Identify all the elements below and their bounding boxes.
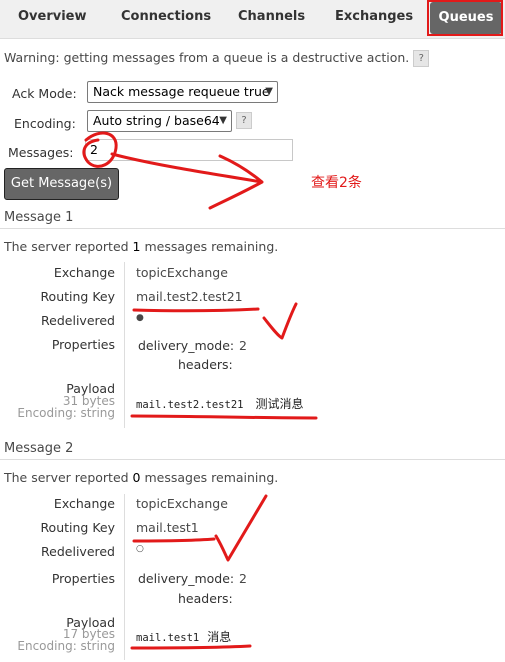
underline-routing-key-2 bbox=[132, 537, 216, 543]
red-ink-annotations bbox=[82, 131, 318, 650]
checkmark-2 bbox=[214, 494, 268, 562]
circle-mark bbox=[82, 131, 118, 168]
arrow-stroke bbox=[110, 152, 264, 210]
underline-payload-2 bbox=[130, 644, 252, 650]
checkmark-1 bbox=[262, 302, 298, 340]
underline-routing-key-1 bbox=[132, 307, 260, 313]
underline-payload-1 bbox=[130, 414, 318, 420]
